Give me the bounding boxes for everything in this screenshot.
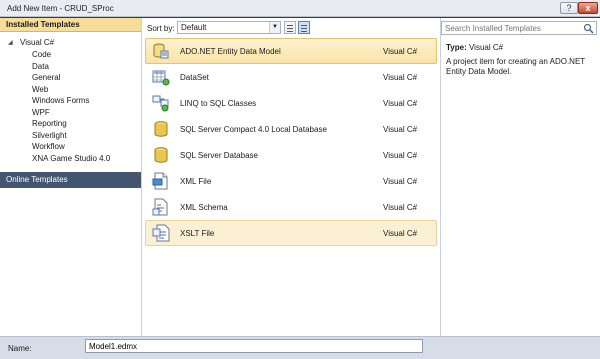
- title-bar: Add New Item - CRUD_SProc ? x: [0, 0, 600, 17]
- details-pane: Type: Visual C# A project item for creat…: [440, 18, 600, 336]
- list-toolbar: Sort by: Default ▼: [143, 18, 439, 38]
- template-name: DataSet: [180, 73, 209, 82]
- help-button[interactable]: ?: [560, 2, 578, 14]
- template-language: Visual C#: [383, 125, 418, 134]
- template-name: XML File: [180, 177, 212, 186]
- template-name: XSLT File: [180, 229, 215, 238]
- installed-templates-header[interactable]: Installed Templates: [0, 18, 141, 32]
- online-templates-item[interactable]: Online Templates: [0, 172, 141, 188]
- tree-item-code[interactable]: Code: [0, 49, 141, 61]
- type-value: Visual C#: [468, 43, 504, 52]
- medium-icons-view-button[interactable]: [298, 21, 310, 34]
- linq-icon: [152, 95, 169, 112]
- chevron-down-icon[interactable]: ▼: [269, 22, 280, 33]
- tree-item-reporting[interactable]: Reporting: [0, 118, 141, 130]
- template-list: ADO.NET Entity Data Model Visual C# Data…: [145, 38, 437, 246]
- template-row-dataset[interactable]: DataSet Visual C#: [145, 64, 437, 90]
- template-row-sql-database[interactable]: SQL Server Database Visual C#: [145, 142, 437, 168]
- search-box[interactable]: [441, 21, 597, 35]
- dataset-icon: [152, 70, 170, 86]
- template-language: Visual C#: [383, 47, 418, 56]
- template-row-xml-schema[interactable]: XML Schema Visual C#: [145, 194, 437, 220]
- template-name: XML Schema: [180, 203, 228, 212]
- template-list-pane: Sort by: Default ▼ ADO.NET Entity Data M…: [143, 18, 439, 336]
- tree-item-silverlight[interactable]: Silverlight: [0, 130, 141, 142]
- template-language: Visual C#: [383, 73, 418, 82]
- tree-item-wpf[interactable]: WPF: [0, 107, 141, 119]
- template-name: SQL Server Database: [180, 151, 258, 160]
- template-language: Visual C#: [383, 229, 418, 238]
- close-button[interactable]: x: [578, 2, 598, 14]
- tree-item-workflow[interactable]: Workflow: [0, 141, 141, 153]
- tree-item-general[interactable]: General: [0, 72, 141, 84]
- xml-file-icon: [152, 172, 168, 190]
- search-icon[interactable]: [583, 23, 594, 34]
- template-row-xslt-file[interactable]: XSLT File Visual C#: [145, 220, 437, 246]
- search-input[interactable]: [442, 22, 580, 34]
- tree-item-data[interactable]: Data: [0, 61, 141, 73]
- name-label: Name:: [8, 344, 32, 353]
- tree-item-windows-forms[interactable]: Windows Forms: [0, 95, 141, 107]
- template-row-linq-to-sql[interactable]: LINQ to SQL Classes Visual C#: [145, 90, 437, 116]
- tree-root-visual-csharp[interactable]: ◢ Visual C#: [0, 37, 141, 49]
- window-title: Add New Item - CRUD_SProc: [7, 4, 114, 13]
- template-description: A project item for creating an ADO.NET E…: [446, 57, 586, 76]
- tree-item-xna[interactable]: XNA Game Studio 4.0: [0, 153, 141, 165]
- database-icon: [154, 121, 168, 137]
- sort-by-value: Default: [181, 23, 207, 32]
- template-language: Visual C#: [383, 99, 418, 108]
- sort-by-select[interactable]: Default ▼: [177, 21, 281, 34]
- template-row-entity-data-model[interactable]: ADO.NET Entity Data Model Visual C#: [145, 38, 437, 64]
- template-name: SQL Server Compact 4.0 Local Database: [180, 125, 327, 134]
- entity-model-icon: [153, 43, 169, 59]
- template-language: Visual C#: [383, 151, 418, 160]
- xml-schema-icon: [152, 198, 168, 216]
- small-icons-view-button[interactable]: [284, 21, 296, 34]
- template-language: Visual C#: [383, 203, 418, 212]
- bottom-bar: Name:: [0, 336, 600, 359]
- tree-item-web[interactable]: Web: [0, 84, 141, 96]
- template-language: Visual C#: [383, 177, 418, 186]
- sort-by-label: Sort by:: [147, 24, 175, 33]
- tree-root-label: Visual C#: [20, 38, 55, 47]
- template-row-xml-file[interactable]: XML File Visual C#: [145, 168, 437, 194]
- template-name: LINQ to SQL Classes: [180, 99, 257, 108]
- name-field[interactable]: [85, 339, 423, 353]
- dialog-content: Installed Templates ◢ Visual C# Code Dat…: [0, 18, 600, 336]
- type-info: Type: Visual C#: [446, 43, 503, 52]
- template-name: ADO.NET Entity Data Model: [180, 47, 281, 56]
- xslt-file-icon: [152, 224, 170, 242]
- template-row-sql-compact[interactable]: SQL Server Compact 4.0 Local Database Vi…: [145, 116, 437, 142]
- template-tree: ◢ Visual C# Code Data General Web Window…: [0, 37, 141, 164]
- type-label: Type:: [446, 43, 467, 52]
- database-icon: [154, 147, 168, 163]
- left-pane: Installed Templates ◢ Visual C# Code Dat…: [0, 18, 142, 336]
- expand-arrow-icon[interactable]: ◢: [8, 37, 13, 49]
